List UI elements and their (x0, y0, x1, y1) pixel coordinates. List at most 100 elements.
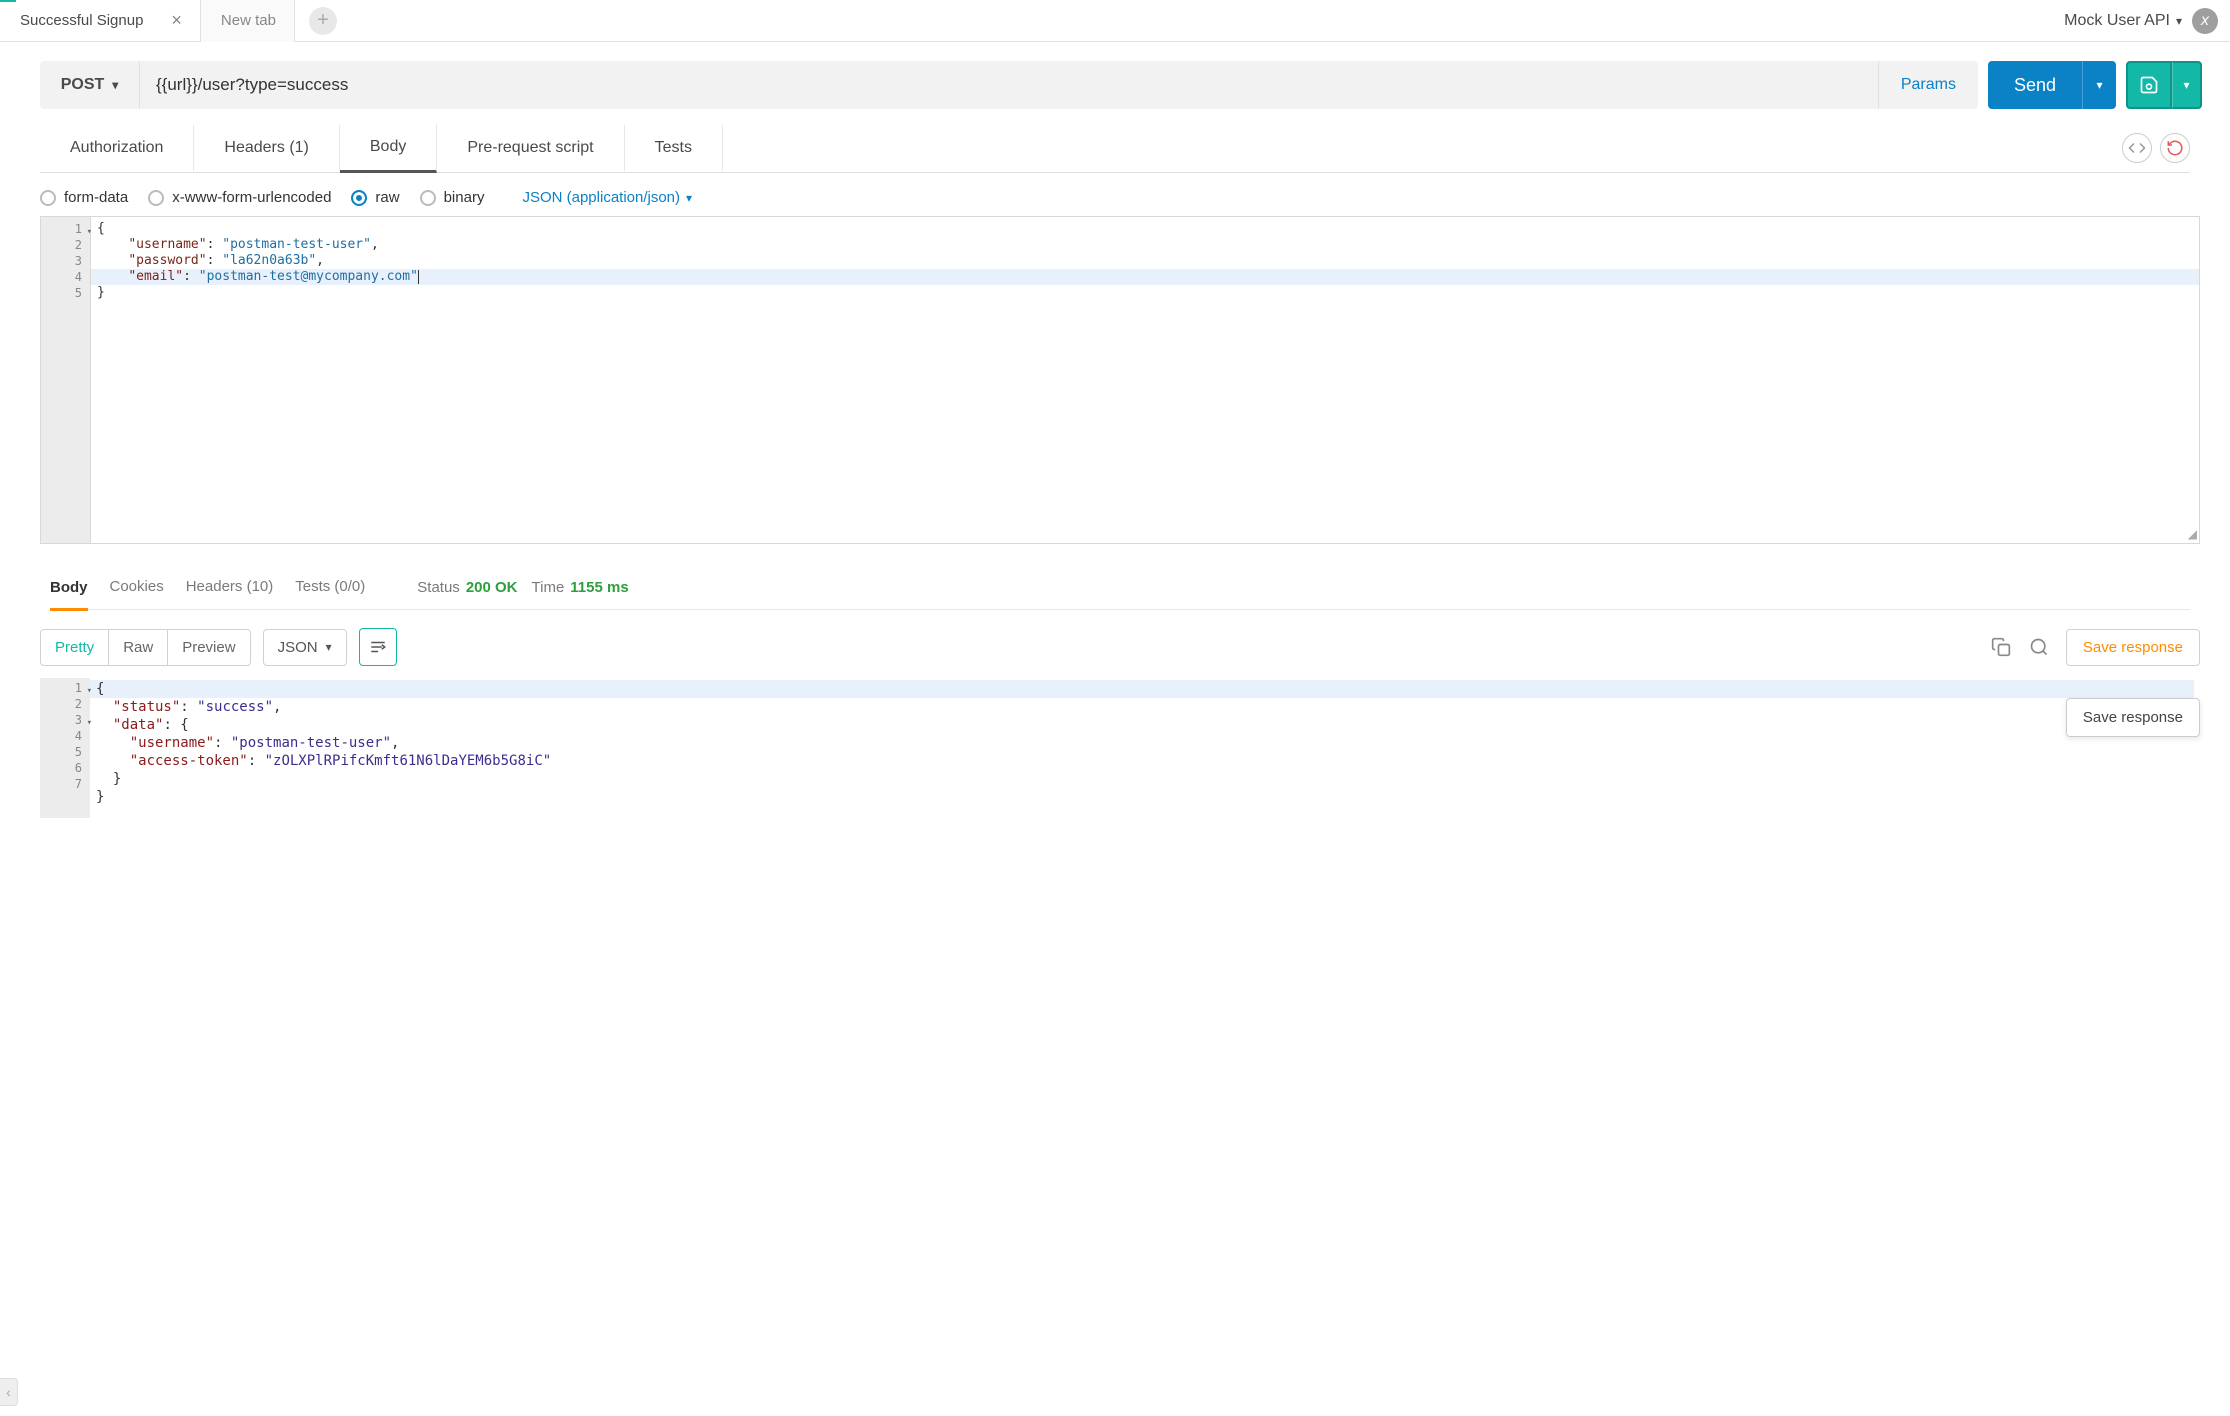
radio-form-data[interactable]: form-data (40, 189, 128, 206)
save-button[interactable] (2126, 61, 2172, 109)
code-line: "data": { (96, 716, 2194, 734)
code-line: "username": "postman-test-user", (97, 237, 2193, 253)
line-number: 4 (40, 728, 90, 744)
url-input[interactable] (140, 61, 1878, 109)
save-icon (2139, 75, 2159, 95)
radio-icon (351, 190, 367, 206)
chevron-down-icon: ▾ (112, 78, 118, 92)
radio-binary[interactable]: binary (420, 189, 485, 206)
view-raw[interactable]: Raw (109, 630, 168, 665)
radio-label: form-data (64, 189, 128, 206)
send-button[interactable]: Send (1988, 61, 2082, 109)
tab-active[interactable]: Successful Signup × (0, 0, 201, 42)
params-button[interactable]: Params (1878, 61, 1978, 109)
format-selector[interactable]: JSON ▾ (263, 629, 347, 666)
resp-code-area[interactable]: { "status": "success", "data": { "userna… (90, 678, 2200, 818)
chevron-left-icon: ‹ (6, 1384, 11, 1400)
copy-icon (1991, 637, 2011, 657)
cursor (418, 270, 419, 284)
code-line: { (97, 221, 2193, 237)
code-line: "username": "postman-test-user", (96, 734, 2194, 752)
save-button-group: ▾ (2126, 61, 2202, 109)
request-body-editor[interactable]: 1▾ 2 3 4 5 { "username": "postman-test-u… (40, 216, 2200, 544)
line-number: 3 (41, 253, 90, 269)
code-icon (2128, 139, 2146, 157)
line-number: 1▾ (41, 221, 90, 237)
chevron-down-icon: ▾ (2096, 78, 2102, 92)
tab-headers[interactable]: Headers (1) (194, 125, 339, 171)
content-type-selector[interactable]: JSON (application/json) ▾ (522, 189, 692, 206)
radio-icon (420, 190, 436, 206)
send-label: Send (2014, 75, 2056, 95)
save-dropdown[interactable]: ▾ (2172, 61, 2202, 109)
save-response-button[interactable]: Save response (2066, 629, 2200, 666)
chevron-down-icon: ▾ (2176, 14, 2182, 28)
send-dropdown[interactable]: ▾ (2082, 61, 2116, 109)
tab-active-label: Successful Signup (20, 12, 143, 29)
wrap-toggle[interactable] (359, 628, 397, 666)
view-pretty[interactable]: Pretty (41, 630, 109, 665)
line-number: 2 (40, 696, 90, 712)
response-body-editor[interactable]: 1▾ 2 3▾ 4 5 6 7 { "status": "success", "… (40, 678, 2200, 818)
radio-urlencoded[interactable]: x-www-form-urlencoded (148, 189, 331, 206)
resp-tab-tests[interactable]: Tests (0/0) (295, 578, 365, 597)
editor-gutter: 1▾ 2 3 4 5 (41, 217, 91, 543)
tab-prerequest[interactable]: Pre-request script (437, 125, 624, 171)
environment-label: Mock User API (2064, 12, 2170, 30)
radio-label: binary (444, 189, 485, 206)
view-mode-group: Pretty Raw Preview (40, 629, 251, 666)
tab-authorization[interactable]: Authorization (40, 125, 194, 171)
tab-new-label: New tab (221, 12, 276, 29)
response-toolbar: Pretty Raw Preview JSON ▾ Save response (40, 628, 2200, 666)
format-label: JSON (278, 639, 318, 656)
tab-new[interactable]: New tab (201, 0, 295, 42)
code-line: } (96, 788, 2194, 806)
content-type-label: JSON (application/json) (522, 189, 680, 206)
reset-button[interactable] (2160, 133, 2190, 163)
sidebar-toggle[interactable]: ‹ (0, 1378, 18, 1406)
resp-gutter: 1▾ 2 3▾ 4 5 6 7 (40, 678, 90, 818)
close-icon[interactable]: × (171, 10, 182, 31)
line-number: 5 (40, 744, 90, 760)
status-value: 200 OK (466, 579, 518, 596)
radio-raw[interactable]: raw (351, 189, 399, 206)
resp-tab-body[interactable]: Body (50, 579, 88, 611)
method-label: POST (61, 76, 105, 94)
view-preview[interactable]: Preview (168, 630, 249, 665)
line-number: 7 (40, 776, 90, 792)
environment-vars-icon[interactable]: x (2192, 8, 2218, 34)
response-status: Status 200 OK Time 1155 ms (417, 579, 628, 596)
add-tab-button[interactable]: + (309, 7, 337, 35)
environment-selector[interactable]: Mock User API ▾ (2064, 12, 2182, 30)
resize-handle[interactable]: ◢ (2188, 527, 2197, 541)
line-number: 3▾ (40, 712, 90, 728)
search-button[interactable] (2028, 636, 2050, 658)
code-line: "password": "la62n0a63b", (97, 253, 2193, 269)
code-area[interactable]: { "username": "postman-test-user", "pass… (91, 217, 2199, 543)
save-response-tooltip: Save response (2066, 698, 2200, 737)
radio-icon (40, 190, 56, 206)
chevron-down-icon: ▾ (686, 191, 692, 205)
line-number: 1▾ (40, 680, 90, 696)
radio-icon (148, 190, 164, 206)
code-line: { (90, 680, 2194, 698)
copy-button[interactable] (1990, 636, 2012, 658)
method-selector[interactable]: POST ▾ (40, 61, 140, 109)
code-line: } (97, 285, 2193, 301)
resp-tab-cookies[interactable]: Cookies (110, 578, 164, 597)
radio-label: raw (375, 189, 399, 206)
tab-bar: Successful Signup × New tab + Mock User … (0, 0, 2230, 42)
line-number: 5 (41, 285, 90, 301)
request-tabs: Authorization Headers (1) Body Pre-reque… (40, 124, 2190, 173)
wrap-icon (369, 638, 387, 656)
tab-tests[interactable]: Tests (625, 125, 723, 171)
params-label: Params (1901, 76, 1956, 94)
resp-tab-headers[interactable]: Headers (10) (186, 578, 274, 597)
tab-body[interactable]: Body (340, 124, 437, 173)
search-icon (2029, 637, 2049, 657)
code-snippet-button[interactable] (2122, 133, 2152, 163)
request-bar: POST ▾ Params Send ▾ ▾ (40, 60, 2202, 110)
chevron-down-icon: ▾ (2183, 78, 2189, 92)
line-number: 2 (41, 237, 90, 253)
status-label: Status (417, 579, 460, 596)
